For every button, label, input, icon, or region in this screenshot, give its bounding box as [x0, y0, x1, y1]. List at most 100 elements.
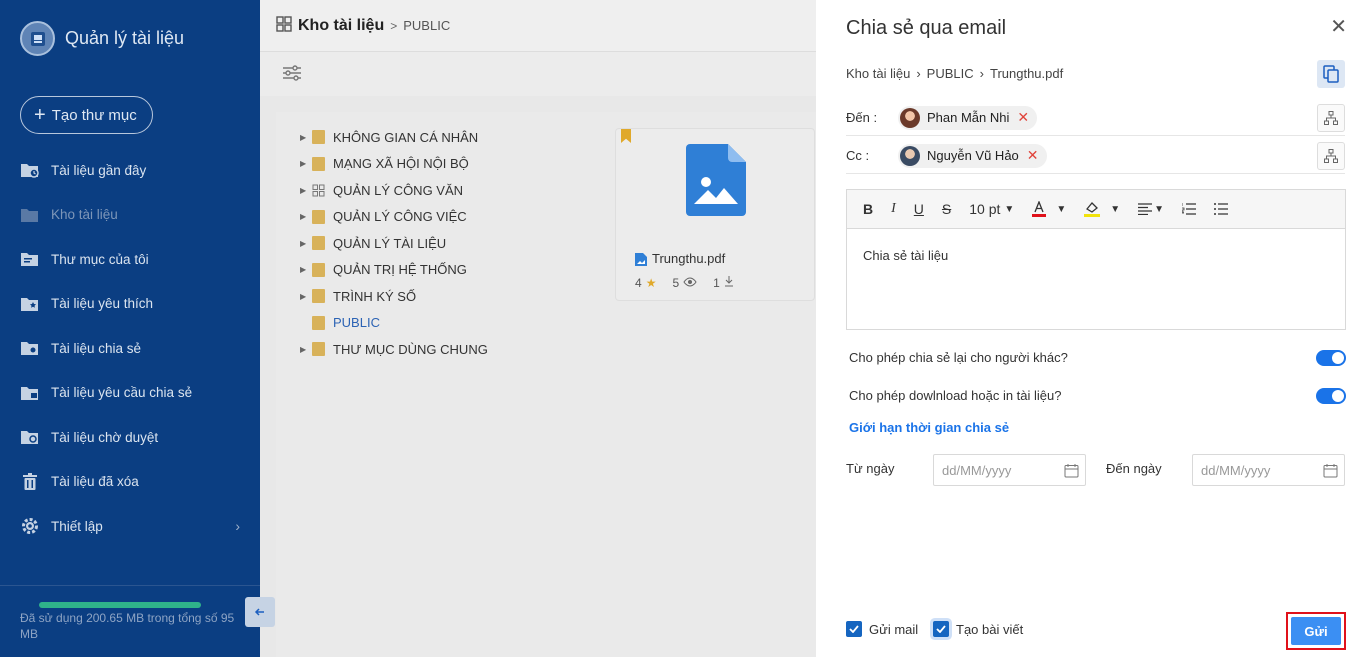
folder-icon: [312, 236, 325, 251]
remove-recipient-icon[interactable]: ✕: [1027, 147, 1039, 164]
close-icon[interactable]: ✕: [1330, 14, 1347, 39]
caret-right-icon[interactable]: ▶: [300, 265, 312, 274]
chevron-right-icon: ›: [979, 66, 984, 81]
sidebar-item-pending[interactable]: Tài liệu chờ duyệt: [0, 415, 260, 460]
sidebar-item-recent[interactable]: Tài liệu gần đây: [0, 148, 260, 193]
caret-right-icon[interactable]: ▶: [300, 292, 312, 301]
sidebar-item-label: Kho tài liệu: [51, 207, 118, 223]
file-card[interactable]: Trungthu.pdf 4 ★ 5 1: [615, 128, 815, 301]
tree-item[interactable]: ▶ THƯ MỤC DÙNG CHUNG: [300, 336, 488, 363]
file-name[interactable]: Trungthu.pdf: [635, 251, 725, 266]
caret-right-icon[interactable]: ▶: [300, 239, 312, 248]
app-logo[interactable]: Quản lý tài liệu: [20, 21, 184, 56]
tree-item[interactable]: ▶ KHÔNG GIAN CÁ NHÂN: [300, 124, 488, 151]
recipient-chip[interactable]: Phan Mẫn Nhi ✕: [898, 105, 1038, 130]
caret-right-icon[interactable]: ▶: [300, 345, 312, 354]
create-post-checkbox-row[interactable]: Tạo bài viết: [933, 621, 1023, 637]
copy-link-button[interactable]: [1317, 60, 1345, 88]
tree-item-label: QUẢN LÝ TÀI LIỆU: [333, 235, 447, 251]
sidebar-item-settings[interactable]: Thiết lập ›: [0, 504, 260, 549]
eye-icon: [683, 276, 697, 290]
send-mail-checkbox[interactable]: [846, 621, 862, 637]
cc-recipients-row: Cc : Nguyễn Vũ Hảo ✕: [846, 138, 1345, 174]
sidebar-item-label: Tài liệu đã xóa: [51, 474, 139, 490]
main-content: Kho tài liệu > PUBLIC ▶ KHÔNG GIAN CÁ NHÂ…: [260, 0, 816, 657]
italic-button[interactable]: I: [891, 201, 896, 217]
ordered-list-button[interactable]: [1182, 203, 1197, 215]
main-toolbar: [260, 52, 816, 96]
app-title: Quản lý tài liệu: [65, 28, 185, 48]
image-file-small-icon: [635, 252, 647, 266]
bullet-list-button[interactable]: [1214, 203, 1229, 215]
caret-right-icon[interactable]: ▶: [300, 159, 312, 168]
align-button[interactable]: ▼: [1138, 203, 1164, 215]
storage-usage-text: Đã sử dụng 200.65 MB trong tổng số 95 MB: [20, 611, 235, 641]
sidebar-item-favorites[interactable]: Tài liệu yêu thích: [0, 282, 260, 327]
calendar-icon[interactable]: [1323, 463, 1338, 481]
strikethrough-button[interactable]: S: [942, 201, 951, 217]
chevron-right-icon: ›: [916, 66, 921, 81]
caret-down-icon: ▼: [1056, 203, 1067, 215]
message-body[interactable]: Chia sẻ tài liệu: [847, 229, 1345, 282]
recent-docs-icon: [20, 160, 40, 180]
bookmark-icon[interactable]: [621, 129, 631, 143]
recipient-chip[interactable]: Nguyễn Vũ Hảo ✕: [898, 143, 1047, 168]
sidebar-item-shared[interactable]: Tài liệu chia sẻ: [0, 326, 260, 371]
path-segment: Kho tài liệu: [846, 66, 911, 81]
trash-icon: [20, 472, 40, 492]
caret-down-icon: ▼: [1154, 203, 1165, 215]
sidebar-item-repository[interactable]: Kho tài liệu: [0, 193, 260, 238]
tree-item[interactable]: ▶ QUẢN LÝ CÔNG VIỆC: [300, 204, 488, 231]
folder-icon: [312, 130, 325, 145]
tree-item[interactable]: ▶ TRÌNH KÝ SỐ: [300, 283, 488, 310]
breadcrumb-root[interactable]: Kho tài liệu: [298, 17, 384, 35]
remove-recipient-icon[interactable]: ✕: [1017, 109, 1029, 126]
tree-item[interactable]: ▶ QUẢN TRỊ HỆ THỐNG: [300, 257, 488, 284]
time-limit-link[interactable]: Giới hạn thời gian chia sẻ: [849, 420, 1009, 435]
tree-item-selected[interactable]: PUBLIC: [300, 310, 488, 337]
plus-icon: +: [34, 104, 46, 126]
recipient-name: Phan Mẫn Nhi: [927, 110, 1010, 125]
calendar-icon[interactable]: [1064, 463, 1079, 481]
allow-download-label: Cho phép dowlnload hoặc in tài liệu?: [849, 388, 1062, 403]
create-post-checkbox[interactable]: [933, 621, 949, 637]
caret-down-icon: ▼: [1004, 203, 1015, 215]
sidebar-item-trash[interactable]: Tài liệu đã xóa: [0, 460, 260, 505]
caret-right-icon[interactable]: ▶: [300, 212, 312, 221]
bold-button[interactable]: B: [863, 201, 873, 217]
sidebar-item-my-folder[interactable]: Thư mục của tôi: [0, 237, 260, 282]
recipient-name: Nguyễn Vũ Hảo: [927, 148, 1019, 163]
avatar: [900, 107, 920, 128]
allow-reshare-row: Cho phép chia sẻ lại cho người khác?: [849, 349, 1346, 366]
avatar: [900, 145, 920, 166]
to-date-input[interactable]: dd/MM/yyyy: [1192, 454, 1345, 486]
caret-right-icon[interactable]: ▶: [300, 186, 312, 195]
allow-download-toggle[interactable]: [1316, 387, 1346, 404]
breadcrumb: Kho tài liệu > PUBLIC: [260, 0, 816, 52]
folder-icon: [312, 289, 325, 304]
editor-toolbar: B I U S 10 pt ▼ ▼ ▼ ▼: [847, 190, 1345, 229]
tree-item[interactable]: ▶ QUẢN LÝ TÀI LIỆU: [300, 230, 488, 257]
font-color-button[interactable]: ▼: [1032, 201, 1066, 217]
view-count: 5: [672, 275, 680, 290]
font-size-select[interactable]: 10 pt ▼: [969, 201, 1014, 217]
highlight-icon: [1084, 202, 1101, 217]
storage-progress-bar: [39, 602, 201, 608]
sidebar-item-share-requests[interactable]: Tài liệu yêu cầu chia sẻ: [0, 371, 260, 416]
new-folder-button[interactable]: + Tạo thư mục: [20, 96, 153, 134]
create-post-label: Tạo bài viết: [956, 621, 1024, 637]
send-mail-checkbox-row[interactable]: Gửi mail: [846, 621, 918, 637]
allow-reshare-toggle[interactable]: [1316, 349, 1346, 366]
send-button[interactable]: Gửi: [1291, 617, 1341, 645]
org-chart-button[interactable]: [1317, 104, 1345, 132]
from-date-input[interactable]: dd/MM/yyyy: [933, 454, 1086, 486]
caret-right-icon[interactable]: ▶: [300, 133, 312, 142]
send-mail-label: Gửi mail: [869, 621, 919, 637]
tree-item[interactable]: ▶ QUẢN LÝ CÔNG VĂN: [300, 177, 488, 204]
collapse-sidebar-button[interactable]: [245, 597, 275, 627]
filter-sliders-icon[interactable]: [282, 64, 302, 84]
highlight-color-button[interactable]: ▼: [1084, 201, 1120, 217]
underline-button[interactable]: U: [914, 201, 924, 217]
tree-item[interactable]: ▶ MẠNG XÃ HỘI NỘI BỘ: [300, 151, 488, 178]
org-chart-button[interactable]: [1317, 142, 1345, 170]
